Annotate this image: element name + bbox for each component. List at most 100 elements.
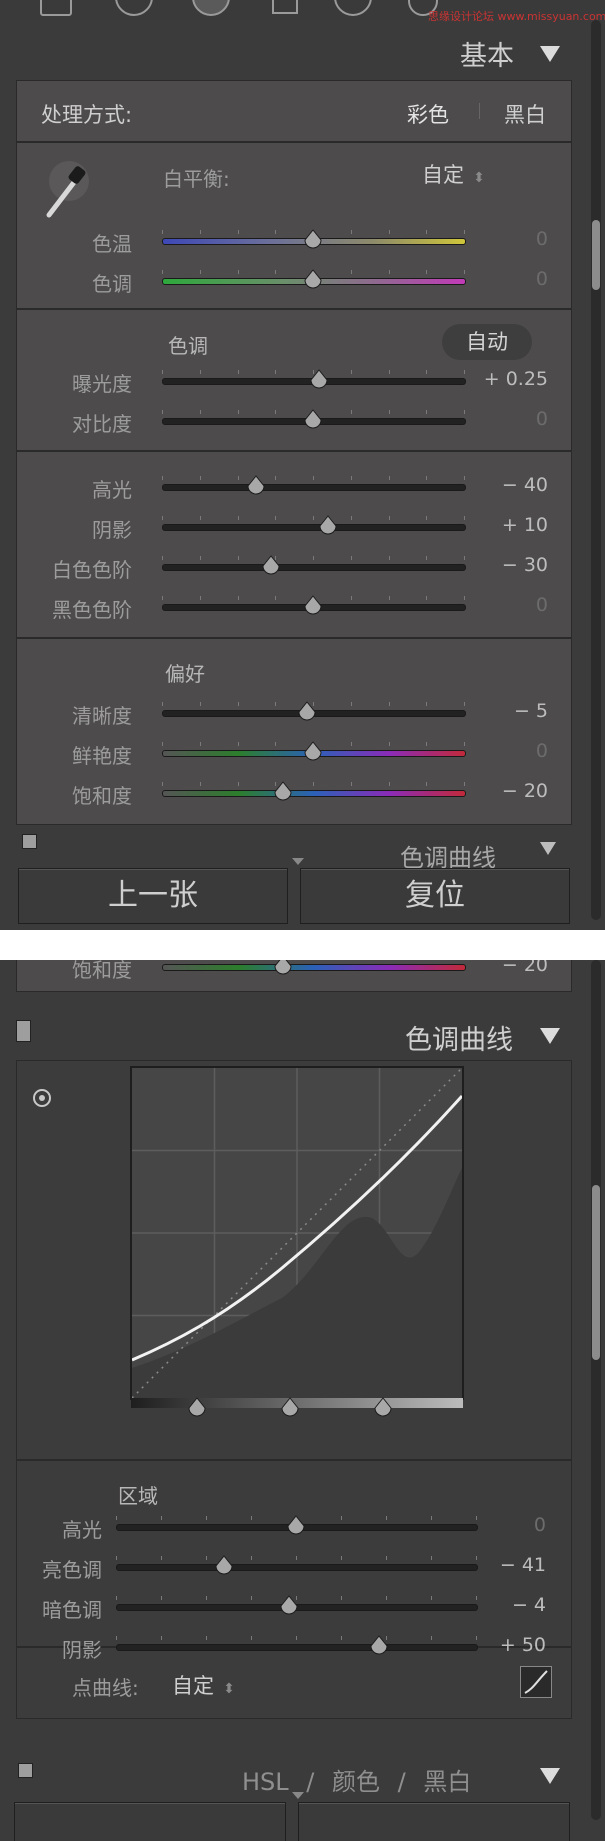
collapse-triangle-icon[interactable] <box>540 1028 560 1044</box>
slider-value[interactable]: 0 <box>468 740 548 762</box>
treatment-color-option[interactable]: 彩色 <box>407 99 449 129</box>
slider-thumb[interactable] <box>303 741 323 763</box>
tone-curve-svg[interactable] <box>132 1068 462 1398</box>
slider-thumb[interactable] <box>297 701 317 723</box>
reset-button-partial[interactable] <box>298 1802 570 1841</box>
slider-label: 饱和度 <box>72 960 132 982</box>
slider-value[interactable]: 0 <box>468 408 548 430</box>
slider-value[interactable]: 0 <box>468 228 548 250</box>
slider-value[interactable]: − 4 <box>466 1594 546 1616</box>
color-tab[interactable]: 颜色 <box>332 1768 380 1796</box>
radial-filter-icon[interactable] <box>334 0 372 16</box>
slider-value[interactable]: − 40 <box>468 474 548 496</box>
slider-tick <box>313 516 314 520</box>
slider-thumb[interactable] <box>273 960 293 977</box>
slider-value[interactable]: − 5 <box>468 700 548 722</box>
slider-row: 白色色阶 − 30 <box>0 552 605 582</box>
slider-value[interactable]: + 0.25 <box>468 368 548 390</box>
targeted-adjustment-tool-icon[interactable] <box>32 1088 52 1108</box>
section-toggle-switch[interactable] <box>22 834 37 849</box>
slider-thumb[interactable] <box>214 1555 234 1577</box>
slider-track[interactable] <box>162 484 466 491</box>
previous-button-partial[interactable] <box>14 1802 286 1841</box>
slider-value[interactable]: 0 <box>468 268 548 290</box>
slider-value[interactable]: + 10 <box>468 514 548 536</box>
slider-tick <box>388 556 390 560</box>
slider-tick <box>162 370 163 374</box>
slider-value[interactable]: − 30 <box>468 554 548 576</box>
slider-track[interactable] <box>116 1564 478 1571</box>
slider-thumb[interactable] <box>318 515 338 537</box>
collapse-triangle-icon[interactable] <box>540 842 556 855</box>
slider-tick <box>161 1596 162 1600</box>
dropdown-arrows-icon: ⬍ <box>473 170 485 186</box>
slider-value[interactable]: − 20 <box>468 780 548 802</box>
slider-thumb[interactable] <box>261 555 281 577</box>
slider-thumb[interactable] <box>369 1635 389 1657</box>
slider-value[interactable]: 0 <box>466 1514 546 1536</box>
slider-label: 对比度 <box>72 412 132 436</box>
section-title-hsl[interactable]: HSL / 颜色 / 黑白 <box>242 1762 471 1797</box>
scrollbar[interactable] <box>591 960 601 1820</box>
slider-thumb[interactable] <box>303 269 323 291</box>
section-title-tone-curve[interactable]: 色调曲线 <box>405 1018 513 1057</box>
treatment-bw-option[interactable]: 黑白 <box>504 99 546 129</box>
slider-thumb[interactable] <box>279 1595 299 1617</box>
slider-track[interactable] <box>162 524 466 531</box>
bw-tab[interactable]: 黑白 <box>423 1768 471 1796</box>
scrollbar-thumb[interactable] <box>592 1185 600 1360</box>
curve-split-handle[interactable] <box>373 1397 393 1419</box>
auto-tone-button[interactable]: 自动 <box>442 324 532 360</box>
slider-label: 饱和度 <box>72 784 132 808</box>
slider-track[interactable] <box>116 1644 478 1651</box>
slider-value[interactable]: + 50 <box>466 1634 546 1656</box>
hsl-tab[interactable]: HSL <box>242 1768 289 1796</box>
slider-thumb[interactable] <box>303 409 323 431</box>
curve-split-handle[interactable] <box>280 1397 300 1419</box>
slider-label: 阴影 <box>62 1638 102 1662</box>
section-title-basic[interactable]: 基本 <box>460 34 514 73</box>
slider-value[interactable]: 0 <box>468 594 548 616</box>
spot-removal-tool-icon[interactable] <box>115 0 153 16</box>
section-toggle-switch[interactable] <box>16 1020 31 1042</box>
slider-track[interactable] <box>162 964 466 971</box>
slider-tick <box>162 782 163 786</box>
slider-tick <box>206 1636 207 1640</box>
white-balance-value[interactable]: 自定 <box>422 163 464 187</box>
slider-tick <box>426 702 428 706</box>
slider-tick <box>341 1596 342 1600</box>
collapse-triangle-icon[interactable] <box>540 1768 560 1784</box>
slider-value[interactable]: − 41 <box>466 1554 546 1576</box>
slider-tick <box>388 596 390 600</box>
white-balance-eyedropper-icon[interactable] <box>39 159 99 219</box>
slider-thumb[interactable] <box>309 369 329 391</box>
panel-divider-arrow-icon <box>292 1792 304 1799</box>
slider-track[interactable] <box>162 564 466 571</box>
slider-thumb[interactable] <box>303 229 323 251</box>
curve-split-handle[interactable] <box>187 1397 207 1419</box>
edit-point-curve-icon[interactable] <box>520 1666 552 1698</box>
slider-tick <box>350 516 352 520</box>
point-curve-value[interactable]: 自定 <box>172 1674 214 1698</box>
section-toggle-switch[interactable] <box>18 1763 33 1778</box>
slider-tick <box>350 230 352 234</box>
graduated-filter-icon[interactable] <box>272 0 298 14</box>
crop-tool-icon[interactable] <box>40 0 72 16</box>
slider-thumb[interactable] <box>286 1515 306 1537</box>
white-balance-select[interactable]: 自定 ⬍ <box>422 159 485 189</box>
slider-value[interactable]: − 20 <box>468 960 548 976</box>
red-eye-tool-icon[interactable] <box>192 0 230 16</box>
slider-thumb[interactable] <box>303 595 323 617</box>
slider-tick <box>464 476 465 480</box>
collapse-triangle-icon[interactable] <box>540 46 560 62</box>
slider-label: 色温 <box>92 232 132 256</box>
slider-tick <box>275 742 277 746</box>
reset-button[interactable]: 复位 <box>300 868 570 924</box>
slider-tick <box>162 556 163 560</box>
slider-track[interactable] <box>162 790 466 797</box>
previous-button[interactable]: 上一张 <box>18 868 288 924</box>
tone-curve-graph[interactable] <box>130 1066 464 1400</box>
slider-thumb[interactable] <box>273 781 293 803</box>
slider-thumb[interactable] <box>246 475 266 497</box>
point-curve-select[interactable]: 自定 ⬍ <box>172 1670 235 1700</box>
